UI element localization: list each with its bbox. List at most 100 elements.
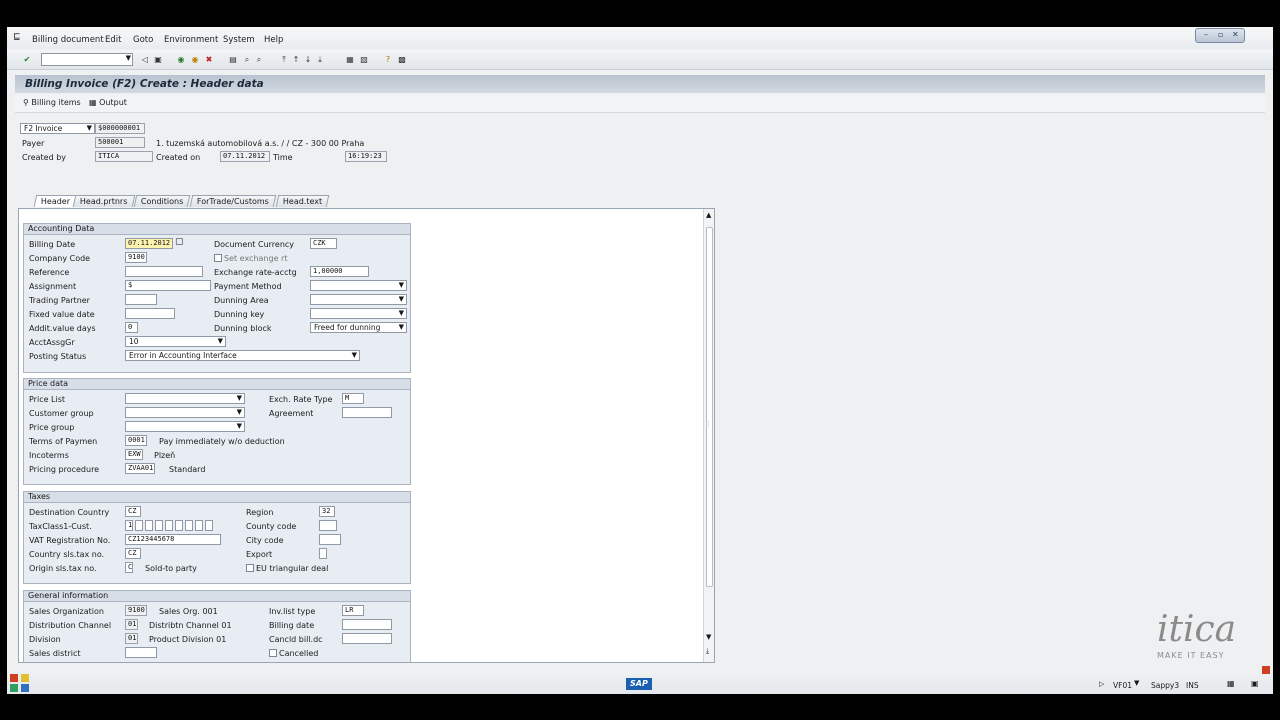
find-icon[interactable]: ⌕ (242, 55, 252, 65)
sales-district-field[interactable] (125, 647, 157, 658)
cancelled-checkbox[interactable] (269, 649, 277, 657)
last-page-icon[interactable]: ⤓ (315, 55, 325, 65)
fixed-value-date-field[interactable] (125, 308, 175, 319)
addit-value-days-field[interactable]: 0 (125, 322, 138, 333)
chevron-down-icon[interactable]: ▼ (399, 281, 404, 290)
export-field[interactable] (319, 548, 327, 559)
taxclass-field-5[interactable] (165, 520, 173, 531)
new-session-icon[interactable]: ▦ (345, 55, 355, 65)
agreement-field[interactable] (342, 407, 392, 418)
menu-system[interactable]: System (223, 35, 255, 45)
taxclass-field-9[interactable] (205, 520, 213, 531)
invlist-type-field[interactable]: LR (342, 605, 364, 616)
taxclass-field-7[interactable] (185, 520, 193, 531)
scroll-down-icon[interactable]: ▼ (706, 633, 711, 641)
exit-icon[interactable]: ◉ (190, 55, 200, 65)
status-layout-icon[interactable]: ▦ (1227, 679, 1235, 688)
tab-fortrade-customs[interactable]: ForTrade/Customs (189, 195, 277, 207)
customer-group-select[interactable]: ▼ (125, 407, 245, 418)
vat-registration-field[interactable]: CZ123445678 (125, 534, 221, 545)
chevron-down-icon[interactable]: ▼ (237, 422, 242, 431)
next-page-icon[interactable]: ↓ (303, 55, 313, 65)
taxclass-field-3[interactable] (145, 520, 153, 531)
dunning-area-select[interactable]: ▼ (310, 294, 407, 305)
price-group-select[interactable]: ▼ (125, 421, 245, 432)
exchange-rate-field[interactable]: 1,00000 (310, 266, 369, 277)
region-field[interactable]: 32 (319, 506, 335, 517)
scroll-up-icon[interactable]: ▲ (706, 211, 711, 219)
tab-header[interactable]: Header (33, 195, 78, 207)
close-icon[interactable]: ✕ (1232, 30, 1239, 39)
dunning-block-select[interactable]: Freed for dunning ▼ (310, 322, 407, 333)
expand-status-icon[interactable]: ▷ (1099, 680, 1104, 688)
scrollbar-thumb[interactable] (706, 227, 713, 587)
chevron-down-icon[interactable]: ▼ (399, 309, 404, 318)
print-icon[interactable]: ▤ (228, 55, 238, 65)
status-window-icon[interactable]: ▣ (1251, 679, 1259, 688)
chevron-down-icon[interactable]: ▼ (399, 323, 404, 332)
trading-partner-field[interactable] (125, 294, 157, 305)
prev-page-icon[interactable]: ↑ (291, 55, 301, 65)
help-icon[interactable]: ? (383, 55, 393, 65)
layout-icon[interactable]: ▩ (397, 55, 407, 65)
enter-icon[interactable]: ✔ (22, 55, 32, 65)
status-dropdown-icon[interactable]: ▼ (1134, 679, 1139, 687)
taxclass-field-8[interactable] (195, 520, 203, 531)
back-arrow-icon[interactable]: ◁ (140, 55, 150, 65)
assignment-field[interactable]: $ (125, 280, 211, 291)
cancel-icon[interactable]: ✖ (204, 55, 214, 65)
output-button[interactable]: ▦ Output (89, 98, 127, 107)
chevron-down-icon[interactable]: ▼ (399, 295, 404, 304)
origin-sls-tax-field[interactable]: C (125, 562, 133, 573)
pricing-procedure-field[interactable]: ZVAA01 (125, 463, 155, 474)
minimize-icon[interactable]: – (1204, 30, 1208, 39)
taxclass-field-2[interactable] (135, 520, 143, 531)
billing-date-field[interactable]: 07.11.2012 (125, 238, 173, 249)
taxclass-field-1[interactable]: 1 (125, 520, 133, 531)
menu-billing-document[interactable]: Billing document (32, 35, 104, 45)
reference-field[interactable] (125, 266, 203, 277)
menu-help[interactable]: Help (264, 35, 283, 45)
document-currency-field[interactable]: CZK (310, 238, 337, 249)
price-list-select[interactable]: ▼ (125, 393, 245, 404)
posting-status-select[interactable]: Error in Accounting Interface ▼ (125, 350, 360, 361)
splitter-handle[interactable]: ⋮ (705, 420, 712, 428)
dunning-key-select[interactable]: ▼ (310, 308, 407, 319)
first-page-icon[interactable]: ⤒ (279, 55, 289, 65)
set-exchange-checkbox[interactable] (214, 254, 222, 262)
eu-triangular-checkbox[interactable] (246, 564, 254, 572)
back-icon[interactable]: ◉ (176, 55, 186, 65)
tab-head-text[interactable]: Head.text (275, 195, 330, 207)
vertical-scrollbar[interactable]: ▲ ▼ ⤓ (703, 209, 714, 662)
payment-method-select[interactable]: ▼ (310, 280, 407, 291)
save-icon[interactable]: ▣ (153, 55, 163, 65)
menu-edit[interactable]: Edit (105, 35, 121, 45)
chevron-down-icon[interactable]: ▼ (218, 337, 223, 346)
country-sls-tax-field[interactable]: CZ (125, 548, 141, 559)
scroll-end-icon[interactable]: ⤓ (706, 647, 709, 656)
command-field[interactable]: ▼ (41, 53, 133, 66)
calendar-icon[interactable]: ▢ (175, 237, 184, 247)
taxclass-field-4[interactable] (155, 520, 163, 531)
incoterms-field[interactable]: EXW (125, 449, 143, 460)
terms-of-payment-field[interactable]: 0001 (125, 435, 147, 446)
chevron-down-icon[interactable]: ▼ (352, 351, 357, 360)
county-code-field[interactable] (319, 520, 337, 531)
chevron-down-icon[interactable]: ▼ (237, 408, 242, 417)
menu-goto[interactable]: Goto (133, 35, 153, 45)
document-type-select[interactable]: F2 Invoice ▼ (20, 123, 95, 134)
menu-icon[interactable]: ⊑ (13, 32, 21, 42)
acct-assg-gr-select[interactable]: 10 ▼ (125, 336, 226, 347)
taxclass-field-6[interactable] (175, 520, 183, 531)
restore-icon[interactable]: ▫ (1218, 30, 1223, 39)
find-next-icon[interactable]: ⌕ (254, 55, 264, 65)
chevron-down-icon[interactable]: ▼ (237, 394, 242, 403)
billing-date-gen-field[interactable] (342, 619, 392, 630)
tab-conditions[interactable]: Conditions (133, 195, 191, 207)
company-code-field[interactable]: 9100 (125, 252, 147, 263)
menu-environment[interactable]: Environment (164, 35, 218, 45)
exch-rate-type-field[interactable]: M (342, 393, 364, 404)
cancelled-billing-doc-field[interactable] (342, 633, 392, 644)
billing-items-button[interactable]: ⚲ Billing items (23, 98, 81, 107)
destination-country-field[interactable]: CZ (125, 506, 141, 517)
